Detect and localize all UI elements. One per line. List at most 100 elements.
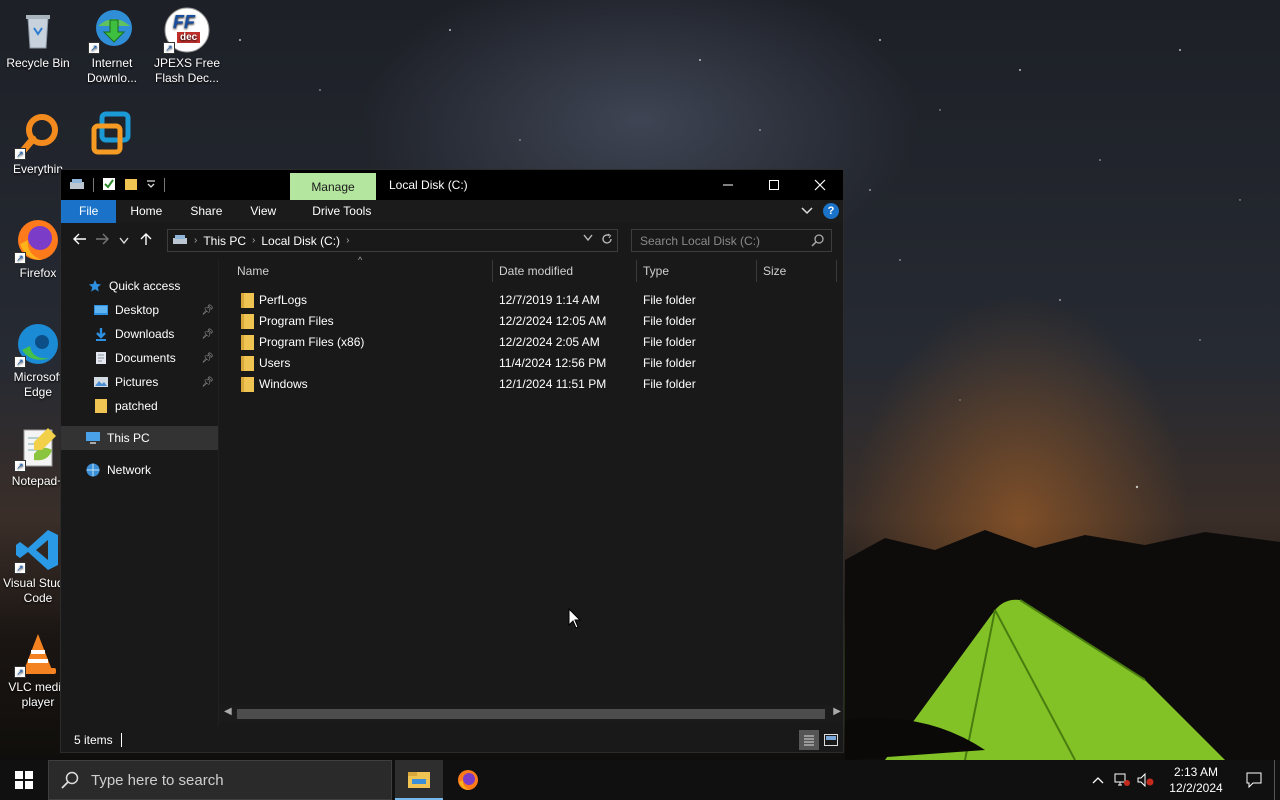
desktop-icon-internet-download-manager[interactable]: ↗ Internet Downlo... <box>74 6 150 86</box>
breadcrumb-local-disk[interactable]: Local Disk (C:) <box>261 234 340 248</box>
show-hidden-icons-button[interactable] <box>1086 776 1110 784</box>
recent-locations-button[interactable] <box>113 232 135 248</box>
column-divider[interactable] <box>492 260 493 282</box>
computer-icon <box>85 430 101 446</box>
nav-network[interactable]: Network <box>61 458 218 482</box>
maximize-button[interactable] <box>751 170 797 200</box>
taskbar-firefox[interactable] <box>444 760 492 800</box>
pin-icon: 📌︎ <box>201 352 214 364</box>
table-row[interactable]: Users 11/4/2024 12:56 PM File folder <box>219 353 844 374</box>
vscode-icon: ↗ <box>14 526 62 574</box>
properties-icon[interactable] <box>102 177 116 194</box>
tab-share[interactable]: Share <box>176 200 236 223</box>
start-button[interactable] <box>0 760 48 800</box>
tab-view[interactable]: View <box>236 200 290 223</box>
sort-up-icon: ^ <box>358 255 363 265</box>
manage-tab[interactable]: Manage <box>290 173 376 200</box>
nav-quick-access[interactable]: Quick access <box>61 274 218 298</box>
refresh-icon[interactable] <box>601 233 613 248</box>
address-row: › This PC › Local Disk (C:) › Search Loc… <box>61 223 843 257</box>
column-date-modified[interactable]: Date modified <box>499 264 573 278</box>
new-folder-icon[interactable] <box>124 177 138 194</box>
table-row[interactable]: Program Files 12/2/2024 12:05 AM File fo… <box>219 311 844 332</box>
back-button[interactable] <box>69 232 91 248</box>
search-input[interactable]: Search Local Disk (C:) <box>631 229 832 252</box>
desktop-icon-jpexs[interactable]: FF dec ↗ JPEXS Free Flash Dec... <box>149 6 225 86</box>
close-button[interactable] <box>797 170 843 200</box>
column-divider[interactable] <box>636 260 637 282</box>
table-row[interactable]: Program Files (x86) 12/2/2024 2:05 AM Fi… <box>219 332 844 353</box>
jpexs-icon: FF dec ↗ <box>163 6 211 54</box>
file-explorer-icon <box>408 772 430 788</box>
horizontal-scrollbar[interactable]: ◀ ▶ <box>219 705 843 722</box>
file-explorer-window: Manage Local Disk (C:) File Home Share V… <box>60 169 844 753</box>
breadcrumb-this-pc[interactable]: This PC <box>203 234 246 248</box>
system-tray: 2:13 AM 12/2/2024 <box>1086 760 1280 800</box>
table-row[interactable]: Windows 12/1/2024 11:51 PM File folder <box>219 374 844 395</box>
folder-icon <box>241 356 254 371</box>
network-icon <box>85 462 101 478</box>
shortcut-arrow-icon: ↗ <box>14 252 26 264</box>
desktop-icon-everything[interactable]: ↗ Everythin <box>0 112 76 177</box>
tab-file[interactable]: File <box>61 200 117 223</box>
desktop-icon-recycle-bin[interactable]: Recycle Bin <box>0 6 76 71</box>
item-count: 5 items <box>74 733 113 747</box>
forward-button[interactable] <box>91 232 113 248</box>
chevron-down-icon <box>119 237 129 245</box>
minimize-button[interactable] <box>705 170 751 200</box>
breadcrumb-chevron-icon[interactable]: › <box>194 235 197 246</box>
scrollbar-thumb[interactable] <box>237 709 825 719</box>
nav-pictures[interactable]: Pictures 📌︎ <box>61 370 218 394</box>
up-arrow-icon <box>140 232 152 245</box>
pictures-folder-icon <box>93 374 109 390</box>
shortcut-arrow-icon: ↗ <box>14 356 26 368</box>
show-desktop-button[interactable] <box>1274 760 1280 800</box>
large-icons-view-icon <box>824 734 838 746</box>
address-bar[interactable]: › This PC › Local Disk (C:) › <box>167 229 618 252</box>
notification-center-icon[interactable] <box>1234 772 1274 788</box>
breadcrumb-chevron-icon[interactable]: › <box>252 235 255 246</box>
search-icon <box>811 233 825 250</box>
details-view-button[interactable] <box>799 730 819 750</box>
desktop-icon-vmware[interactable] <box>74 110 150 160</box>
drive-icon[interactable] <box>69 177 85 194</box>
customize-toolbar-icon[interactable] <box>146 178 156 192</box>
address-history-icon[interactable] <box>583 233 593 248</box>
breadcrumb-chevron-icon[interactable]: › <box>346 235 349 246</box>
scroll-left-icon[interactable]: ◀ <box>224 706 232 717</box>
status-divider <box>120 733 122 747</box>
table-row[interactable]: PerfLogs 12/7/2019 1:14 AM File folder <box>219 290 844 311</box>
nav-patched[interactable]: patched <box>61 394 218 418</box>
nav-documents[interactable]: Documents 📌︎ <box>61 346 218 370</box>
expand-ribbon-icon[interactable] <box>801 204 813 218</box>
mountain-silhouette <box>845 530 1280 760</box>
nav-desktop[interactable]: Desktop 📌︎ <box>61 298 218 322</box>
file-list: ^ Name Date modified Type Size PerfLogs … <box>218 255 844 726</box>
volume-muted-icon[interactable] <box>1134 773 1158 787</box>
forward-arrow-icon <box>96 233 109 245</box>
nav-this-pc[interactable]: This PC <box>61 426 218 450</box>
folder-icon <box>241 335 254 350</box>
up-button[interactable] <box>135 232 157 249</box>
taskbar-file-explorer[interactable] <box>395 760 443 800</box>
clock[interactable]: 2:13 AM 12/2/2024 <box>1158 764 1234 796</box>
column-divider[interactable] <box>756 260 757 282</box>
pin-icon: 📌︎ <box>201 328 214 340</box>
network-status-icon[interactable] <box>1110 773 1134 787</box>
tab-drive-tools[interactable]: Drive Tools <box>290 200 385 223</box>
help-icon[interactable]: ? <box>823 203 839 219</box>
downloads-folder-icon <box>93 326 109 342</box>
tab-home[interactable]: Home <box>116 200 176 223</box>
desktop-folder-icon <box>93 302 109 318</box>
column-size[interactable]: Size <box>763 264 786 278</box>
taskbar-search-input[interactable]: Type here to search <box>48 760 392 800</box>
title-bar[interactable]: Manage Local Disk (C:) <box>61 170 843 200</box>
back-arrow-icon <box>73 233 86 245</box>
large-icons-view-button[interactable] <box>821 730 841 750</box>
shortcut-arrow-icon: ↗ <box>163 42 175 54</box>
scroll-right-icon[interactable]: ▶ <box>833 706 841 717</box>
column-name[interactable]: Name <box>237 264 269 278</box>
nav-downloads[interactable]: Downloads 📌︎ <box>61 322 218 346</box>
column-type[interactable]: Type <box>643 264 669 278</box>
column-divider[interactable] <box>836 260 837 282</box>
